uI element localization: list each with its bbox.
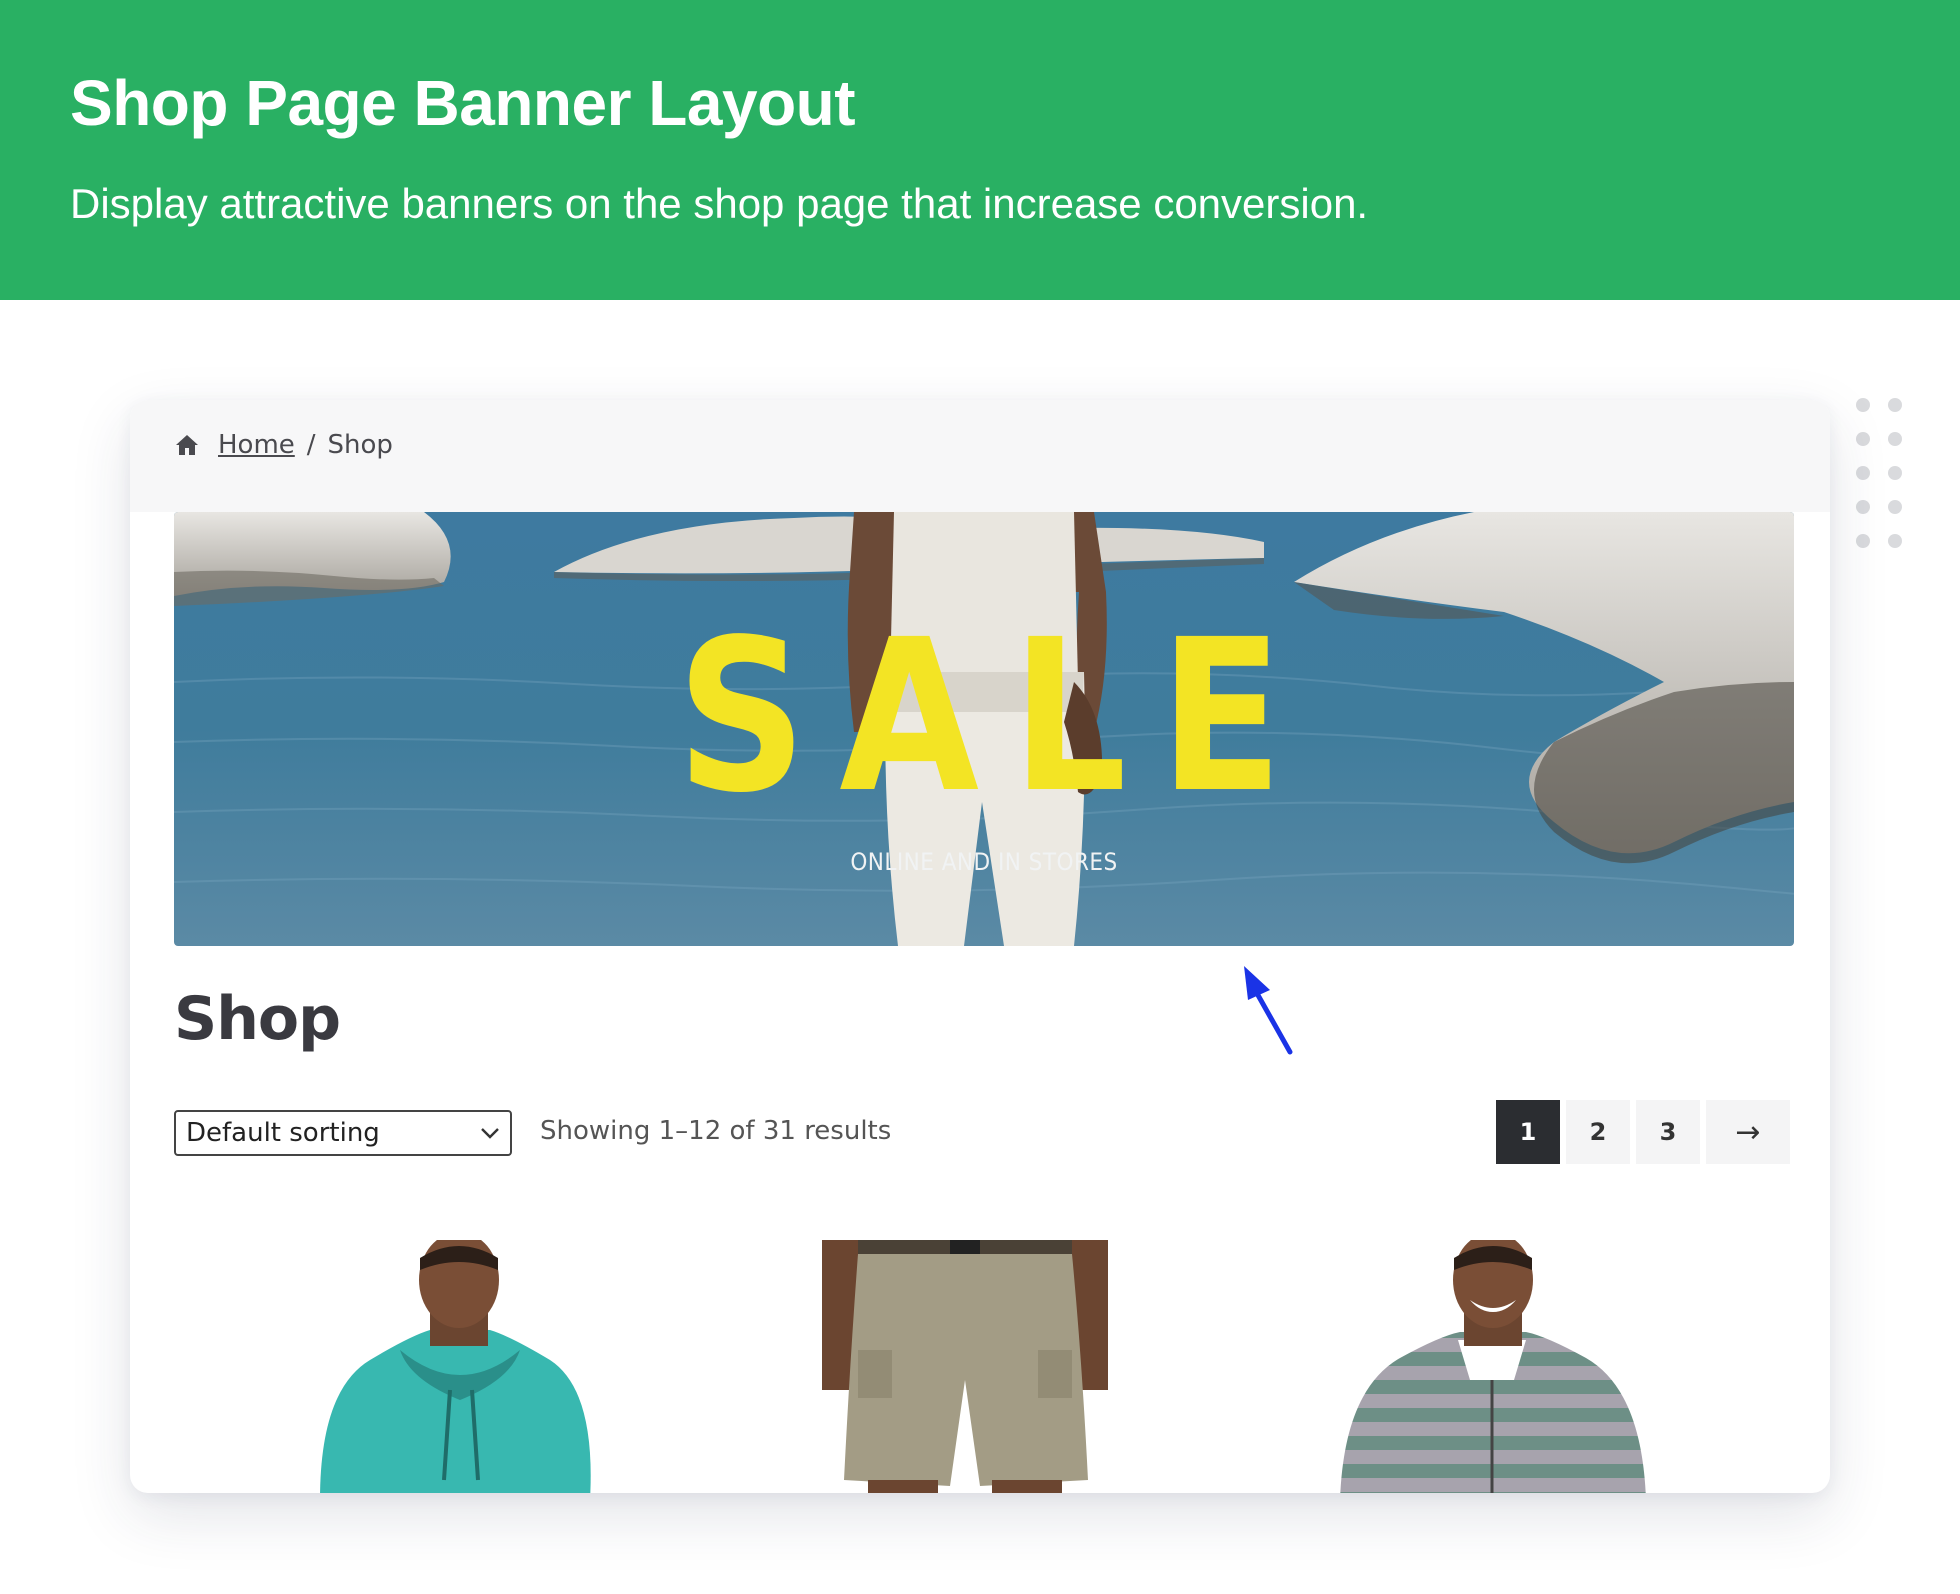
next-page-link[interactable]: →: [1706, 1100, 1790, 1164]
page-link-2[interactable]: 2: [1566, 1100, 1630, 1164]
home-icon: [176, 435, 198, 455]
hero-header: Shop Page Banner Layout Display attracti…: [0, 0, 1960, 300]
chevron-down-icon: [481, 1128, 499, 1139]
pagination: 1 2 3 →: [1496, 1100, 1790, 1164]
shop-page-preview: Home / Shop SALE ONLINE AND IN STORES Sh…: [130, 400, 1830, 1493]
decorative-dots: [1856, 398, 1902, 558]
banner-subline: ONLINE AND IN STORES: [850, 848, 1118, 876]
page-link-3[interactable]: 3: [1636, 1100, 1700, 1164]
sale-banner[interactable]: SALE ONLINE AND IN STORES: [174, 512, 1794, 946]
teal-hoodie-product-image[interactable]: [300, 1240, 610, 1493]
result-count: Showing 1–12 of 31 results: [540, 1116, 892, 1146]
pointer-arrow-icon: [1244, 966, 1293, 1055]
breadcrumb: Home / Shop: [174, 430, 393, 460]
breadcrumb-bar: Home / Shop: [130, 400, 1830, 512]
hero-title: Shop Page Banner Layout: [70, 67, 856, 139]
page-link-1[interactable]: 1: [1496, 1100, 1560, 1164]
sorting-select[interactable]: Default sorting: [174, 1110, 512, 1156]
breadcrumb-separator: /: [306, 430, 316, 460]
page-title: Shop: [174, 984, 341, 1054]
banner-headline: SALE: [676, 594, 1316, 839]
khaki-cargo-shorts-product-image[interactable]: [810, 1240, 1120, 1493]
breadcrumb-home-link[interactable]: Home: [218, 430, 295, 460]
hero-subtitle: Display attractive banners on the shop p…: [70, 180, 1369, 227]
striped-hoodie-product-image[interactable]: [1330, 1240, 1650, 1493]
sorting-select-value: Default sorting: [186, 1118, 380, 1148]
breadcrumb-current: Shop: [327, 430, 393, 460]
